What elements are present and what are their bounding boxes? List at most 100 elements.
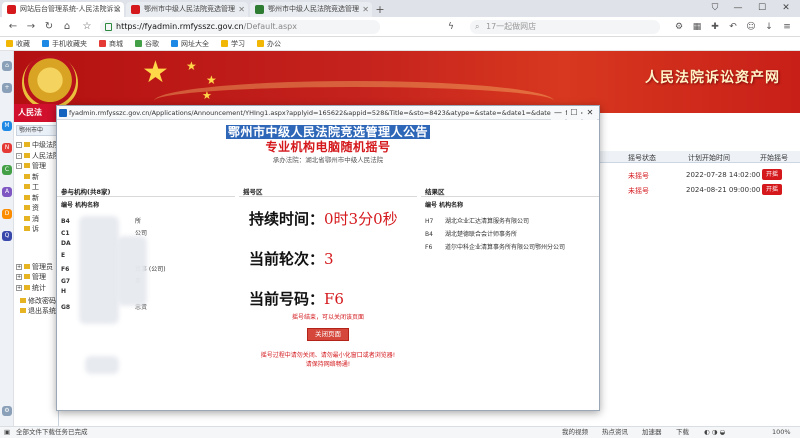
browser-tab-bar: 网站后台管理系统-人民法院诉讼 ✕ 鄂州市中级人民法院竞选管理 ✕ 鄂州市中级人… (0, 0, 800, 17)
start-draw-button[interactable]: 开摇 (762, 184, 782, 195)
sidebar-app-icon[interactable]: M (2, 121, 12, 131)
org-code: E (61, 252, 66, 259)
status-accelerator[interactable]: 加速器 (642, 427, 662, 438)
folder-icon (221, 40, 228, 47)
tree-item[interactable]: 新 (24, 172, 39, 182)
folder-icon (24, 226, 30, 231)
tree-item[interactable]: 修改密码 (20, 296, 56, 306)
tree-item-label: 消 (32, 215, 39, 223)
download-icon[interactable]: ↓ (762, 20, 776, 34)
tree-item[interactable]: - 管理 (16, 161, 46, 171)
undo-icon[interactable]: ↶ (726, 20, 740, 34)
lightning-icon[interactable]: ϟ (444, 20, 458, 34)
close-window-icon[interactable]: ✕ (583, 106, 597, 120)
tree-item[interactable]: 工 (24, 182, 39, 192)
extensions-icon[interactable]: ⚙ (672, 20, 686, 34)
sidebar-add-icon[interactable]: + (2, 83, 12, 93)
close-window-icon[interactable]: ✕ (776, 0, 796, 17)
court-favicon-icon (7, 5, 16, 14)
sidebar-home-icon[interactable]: ⌂ (2, 61, 12, 71)
status-icons: ◐ ◑ ◒ (704, 428, 726, 436)
tree-item[interactable]: + 统计 (16, 283, 46, 293)
browser-tab-2[interactable]: 鄂州市中级人民法院竞选管理 ✕ (250, 2, 372, 17)
back-icon[interactable]: ← (6, 20, 20, 34)
sidebar-app-icon[interactable]: N (2, 143, 12, 153)
breadcrumb: 鄂州市中 (16, 125, 58, 136)
folder-icon (24, 264, 30, 269)
bookmark-sites[interactable]: 网址大全 (171, 39, 209, 49)
site-banner: ★ ★ ★ ★ 人民法院诉讼资产网 (14, 51, 800, 113)
minimize-window-icon[interactable]: — (728, 0, 748, 17)
bookmark-mall[interactable]: 商城 (99, 39, 123, 49)
status-download[interactable]: 下载 (676, 427, 689, 438)
expand-icon[interactable]: + (16, 285, 22, 291)
start-column-header: 开始摇号 (760, 154, 788, 162)
url-input[interactable]: https://fyadmin.rmfysszc.gov.cn/Default.… (100, 20, 380, 34)
bookmark-office[interactable]: 办公 (257, 39, 281, 49)
tree-item[interactable]: 资 (24, 203, 39, 213)
redaction-blur (79, 216, 119, 324)
expand-icon[interactable]: + (16, 264, 22, 270)
redaction-blur (117, 236, 147, 306)
menu-icon[interactable]: ≡ (780, 20, 794, 34)
home-icon[interactable]: ⌂ (60, 20, 74, 34)
sidebar-settings-icon[interactable]: ⚙ (2, 406, 12, 416)
divider (421, 196, 599, 197)
tree-item-label: 管理 (32, 273, 46, 281)
tree-item[interactable]: + 管理 (16, 272, 46, 282)
tree-item[interactable]: + 管理员 (16, 262, 53, 272)
globe-icon (171, 40, 178, 47)
folder-icon (20, 298, 26, 303)
tree-item[interactable]: 退出系统 (20, 306, 56, 316)
browser-tab-1[interactable]: 鄂州市中级人民法院竞选管理 ✕ (126, 2, 248, 17)
org-code: G7 (61, 278, 71, 285)
tree-item[interactable]: - 人民法院 (16, 151, 60, 161)
bookmark-mobile[interactable]: 手机收藏夹 (42, 39, 87, 49)
tree-item-label: 资 (32, 204, 39, 212)
participants-panel: 参与机构(共8家) 编号 机构名称 B4所C1公司DAEF6算事 (公司)G7事… (57, 186, 235, 398)
collapse-icon[interactable]: - (16, 153, 22, 159)
bookmark-star-icon[interactable]: ☆ (80, 20, 94, 34)
browser-tab-0[interactable]: 网站后台管理系统-人民法院诉讼 ✕ (2, 2, 124, 17)
popup-subtitle: 专业机构电脑随机摇号 (265, 140, 391, 154)
expand-icon[interactable]: + (16, 274, 22, 280)
status-hot-news[interactable]: 热点资讯 (602, 427, 628, 438)
bookmark-favorites[interactable]: 收藏 (6, 39, 30, 49)
user-icon[interactable]: ☺ (744, 20, 758, 34)
folder-icon (20, 308, 26, 313)
collapse-icon[interactable]: - (16, 142, 22, 148)
forward-icon[interactable]: → (24, 20, 38, 34)
sidebar-app-icon[interactable]: C (2, 165, 12, 175)
sidebar-app-icon[interactable]: Q (2, 231, 12, 241)
org-code: DA (61, 240, 71, 247)
maximize-window-icon[interactable]: ☐ (567, 106, 581, 120)
folder-icon (24, 285, 30, 290)
status-my-videos[interactable]: 我的视频 (562, 427, 588, 438)
minimize-window-icon[interactable]: — (551, 106, 565, 120)
grid-icon[interactable]: ▦ (690, 20, 704, 34)
bookmark-study[interactable]: 学习 (221, 39, 245, 49)
close-tab-icon[interactable]: ✕ (362, 2, 369, 17)
collapse-icon[interactable]: - (16, 163, 22, 169)
sidebar-app-icon[interactable]: D (2, 209, 12, 219)
tab-label: 鄂州市中级人民法院竞选管理 (268, 5, 359, 13)
close-tab-icon[interactable]: ✕ (238, 2, 245, 17)
new-tab-button[interactable]: + (372, 2, 388, 17)
puzzle-icon[interactable]: ✚ (708, 20, 722, 34)
search-input[interactable]: ⌕ 17一起做网店 (470, 20, 660, 34)
tree-item[interactable]: 消 (24, 214, 39, 224)
tree-item[interactable]: 诉 (24, 224, 39, 234)
shield-icon[interactable]: ⛉ (705, 0, 725, 17)
row-status: 未摇号 (628, 172, 649, 180)
maximize-window-icon[interactable]: ☐ (752, 0, 772, 17)
zoom-level[interactable]: 100% (772, 427, 791, 438)
close-page-button[interactable]: 关闭页面 (307, 328, 349, 341)
tree-item-label: 工 (32, 183, 39, 191)
tree-item[interactable]: 新 (24, 193, 39, 203)
close-tab-icon[interactable]: ✕ (114, 2, 121, 17)
start-draw-button[interactable]: 开摇 (762, 169, 782, 180)
bookmark-google[interactable]: 谷歌 (135, 39, 159, 49)
star-icon (6, 40, 13, 47)
sidebar-app-icon[interactable]: A (2, 187, 12, 197)
reload-icon[interactable]: ↻ (42, 20, 56, 34)
